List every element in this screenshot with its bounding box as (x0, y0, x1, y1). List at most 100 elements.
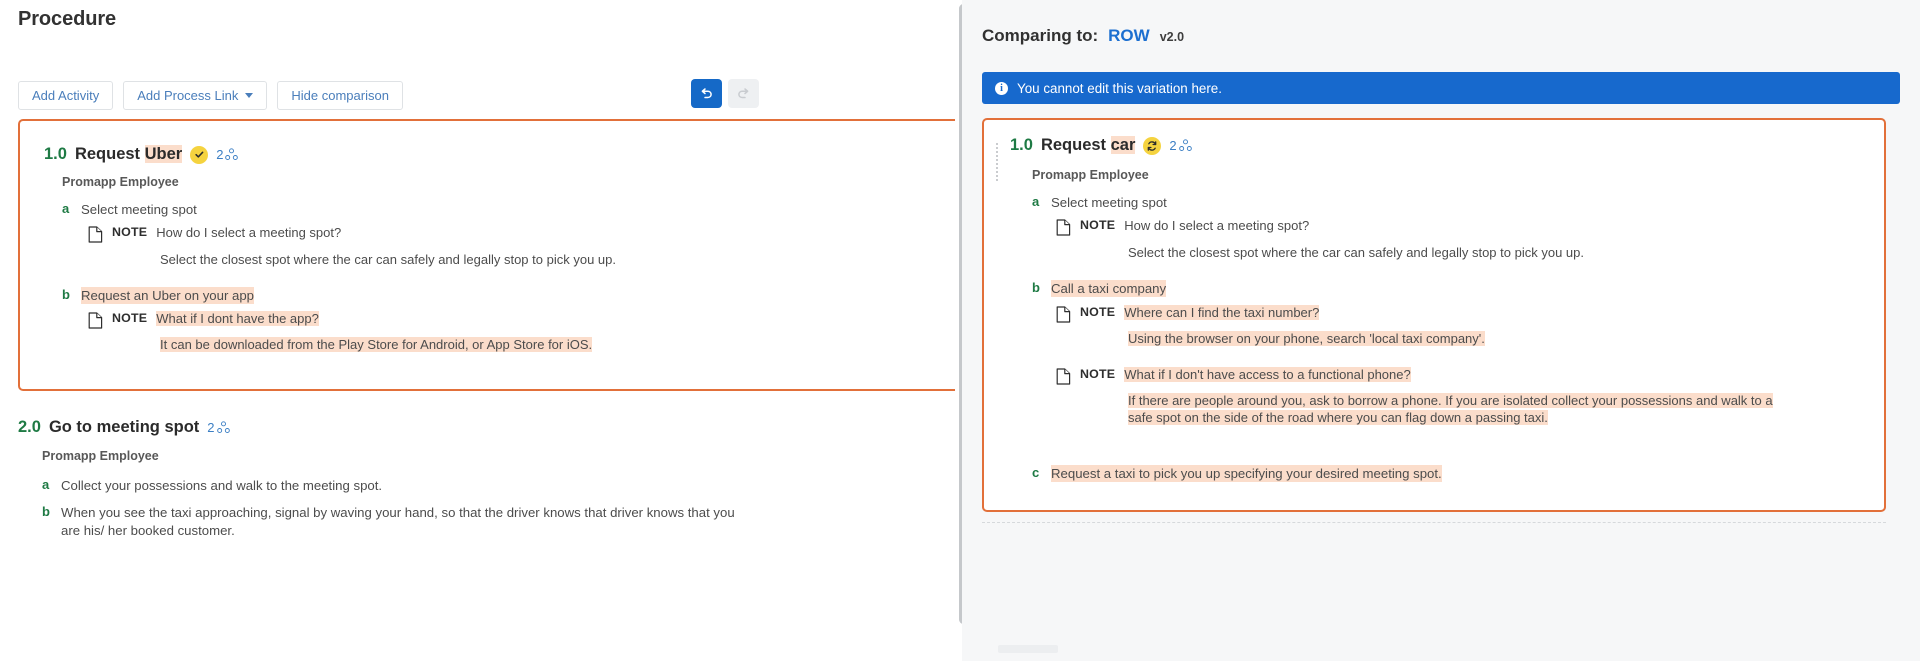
process-link-icon (225, 148, 239, 160)
chevron-down-icon (245, 93, 254, 98)
hide-comparison-button[interactable]: Hide comparison (277, 81, 403, 110)
activity-2-number: 2.0 (18, 418, 41, 436)
document-icon (88, 226, 103, 243)
undo-button[interactable] (691, 79, 722, 108)
task-text: Call a taxi company (1051, 280, 1167, 298)
note-answer: Select the closest spot where the car ca… (160, 252, 616, 267)
task-row[interactable]: a Collect your possessions and walk to t… (42, 477, 762, 494)
task-letter: a (1032, 194, 1040, 209)
activity-2-link-count[interactable]: 2 (207, 420, 230, 435)
note-question: Where can I find the taxi number? (1124, 305, 1320, 320)
sync-badge-icon (1143, 136, 1162, 155)
note-label: NOTE (1080, 218, 1116, 232)
page-title: Procedure (18, 8, 117, 30)
task-text: Collect your possessions and walk to the… (61, 478, 383, 493)
activity-1-link-count[interactable]: 2 (216, 147, 239, 162)
note-row: NOTE How do I select a meeting spot? (88, 225, 948, 243)
comparing-to-header: Comparing to: ROW v2.0 (982, 26, 1184, 46)
redo-icon (738, 88, 749, 99)
task-text: When you see the taxi approaching, signa… (61, 505, 735, 538)
task-row[interactable]: b When you see the taxi approaching, sig… (42, 504, 742, 539)
note-row: NOTE What if I don't have access to a fu… (1056, 367, 1866, 385)
sync-icon (1148, 140, 1157, 151)
document-icon (1056, 306, 1071, 323)
note-label: NOTE (112, 311, 148, 325)
variation-activity-title-plain: Request (1040, 136, 1111, 154)
info-icon: i (995, 81, 1008, 95)
activity-1-number: 1.0 (44, 145, 67, 163)
variation-activity-title: Request car (1040, 136, 1136, 155)
task-text: Request an Uber on your app (81, 287, 255, 305)
comparison-view: Procedure Add Activity Add Process Link … (0, 0, 1920, 661)
note-row: NOTE How do I select a meeting spot? (1056, 218, 1866, 236)
task-row[interactable]: a Select meeting spot (1032, 194, 1862, 211)
variation-activity-number: 1.0 (1010, 136, 1033, 154)
note-answer-text: If there are people around you, ask to b… (1128, 393, 1773, 426)
add-process-link-button[interactable]: Add Process Link (123, 81, 268, 110)
activity-separator (982, 522, 1886, 523)
variation-comparison-panel: Comparing to: ROW v2.0 i You cannot edit… (962, 0, 1920, 661)
note-question: What if I don't have access to a functio… (1124, 367, 1411, 382)
activity-1-title-highlight: Uber (144, 145, 183, 163)
comparing-to-variation[interactable]: ROW (1108, 26, 1150, 46)
variation-link-count[interactable]: 2 (1169, 138, 1192, 153)
note-label: NOTE (1080, 367, 1116, 381)
task-text: Request a taxi to pick you up specifying… (1051, 465, 1442, 483)
check-icon (195, 151, 204, 158)
variation-activity-card[interactable]: 1.0 Request car 2 Promapp Employee a Sel… (982, 118, 1886, 512)
hide-comparison-label: Hide comparison (291, 88, 389, 103)
activity-1-title-plain: Request (74, 145, 145, 163)
process-link-icon (1178, 139, 1192, 151)
note-label: NOTE (112, 225, 148, 239)
activity-1-header: 1.0 Request Uber 2 (44, 145, 239, 164)
redo-button (728, 79, 759, 108)
next-activity-placeholder (998, 645, 1058, 653)
variation-activity-title-highlight: car (1110, 136, 1136, 154)
activity-card-2[interactable]: 2.0 Go to meeting spot 2 Promapp Employe… (18, 418, 778, 539)
note-row: NOTE Where can I find the taxi number? (1056, 305, 1866, 323)
undo-icon (701, 88, 712, 99)
note-answer: Select the closest spot where the car ca… (1128, 245, 1584, 260)
note-label: NOTE (1080, 305, 1116, 319)
comparing-to-version: v2.0 (1159, 30, 1185, 44)
document-icon (1056, 219, 1071, 236)
task-row[interactable]: b Request an Uber on your app (62, 287, 942, 305)
note-question: How do I select a meeting spot? (156, 225, 342, 240)
task-row[interactable]: b Call a taxi company (1032, 280, 1862, 298)
note-question: What if I dont have the app? (156, 311, 319, 326)
readonly-banner-text: You cannot edit this variation here. (1017, 80, 1222, 96)
comparing-to-label: Comparing to: (982, 26, 1099, 45)
note-question: How do I select a meeting spot? (1124, 218, 1310, 233)
variation-link-count-value: 2 (1169, 138, 1177, 153)
note-row: NOTE What if I dont have the app? (88, 311, 948, 329)
task-letter: b (62, 287, 70, 302)
note-answer-text: It can be downloaded from the Play Store… (160, 337, 593, 352)
task-letter: b (42, 504, 50, 520)
procedure-panel: Procedure Add Activity Add Process Link … (0, 0, 962, 661)
check-badge-icon (190, 145, 209, 164)
procedure-toolbar: Add Activity Add Process Link Hide compa… (18, 81, 403, 110)
task-row[interactable]: a Select meeting spot (62, 201, 942, 218)
drag-handle-icon[interactable] (996, 143, 1003, 183)
activity-1-title: Request Uber (74, 145, 183, 164)
document-icon (1056, 368, 1071, 385)
task-text: Select meeting spot (81, 202, 197, 217)
note-answer: Using the browser on your phone, search … (1128, 330, 1888, 347)
document-icon (88, 312, 103, 329)
activity-card-1[interactable]: 1.0 Request Uber 2 Promapp Employee a Se… (18, 119, 962, 391)
task-text: Select meeting spot (1051, 195, 1167, 210)
activity-2-link-count-value: 2 (207, 420, 215, 435)
variation-activity-role: Promapp Employee (1032, 168, 1149, 182)
add-activity-button[interactable]: Add Activity (18, 81, 114, 110)
activity-1-role: Promapp Employee (62, 175, 179, 189)
process-link-icon (216, 421, 230, 433)
activity-1-link-count-value: 2 (216, 147, 224, 162)
readonly-info-banner: i You cannot edit this variation here. (982, 72, 1900, 104)
note-answer: It can be downloaded from the Play Store… (160, 336, 950, 353)
activity-2-title: Go to meeting spot (48, 418, 200, 436)
add-process-link-label: Add Process Link (137, 88, 239, 103)
task-letter: a (62, 201, 70, 216)
task-letter: b (1032, 280, 1040, 295)
task-row[interactable]: c Request a taxi to pick you up specifyi… (1032, 465, 1862, 483)
add-activity-label: Add Activity (32, 88, 100, 103)
